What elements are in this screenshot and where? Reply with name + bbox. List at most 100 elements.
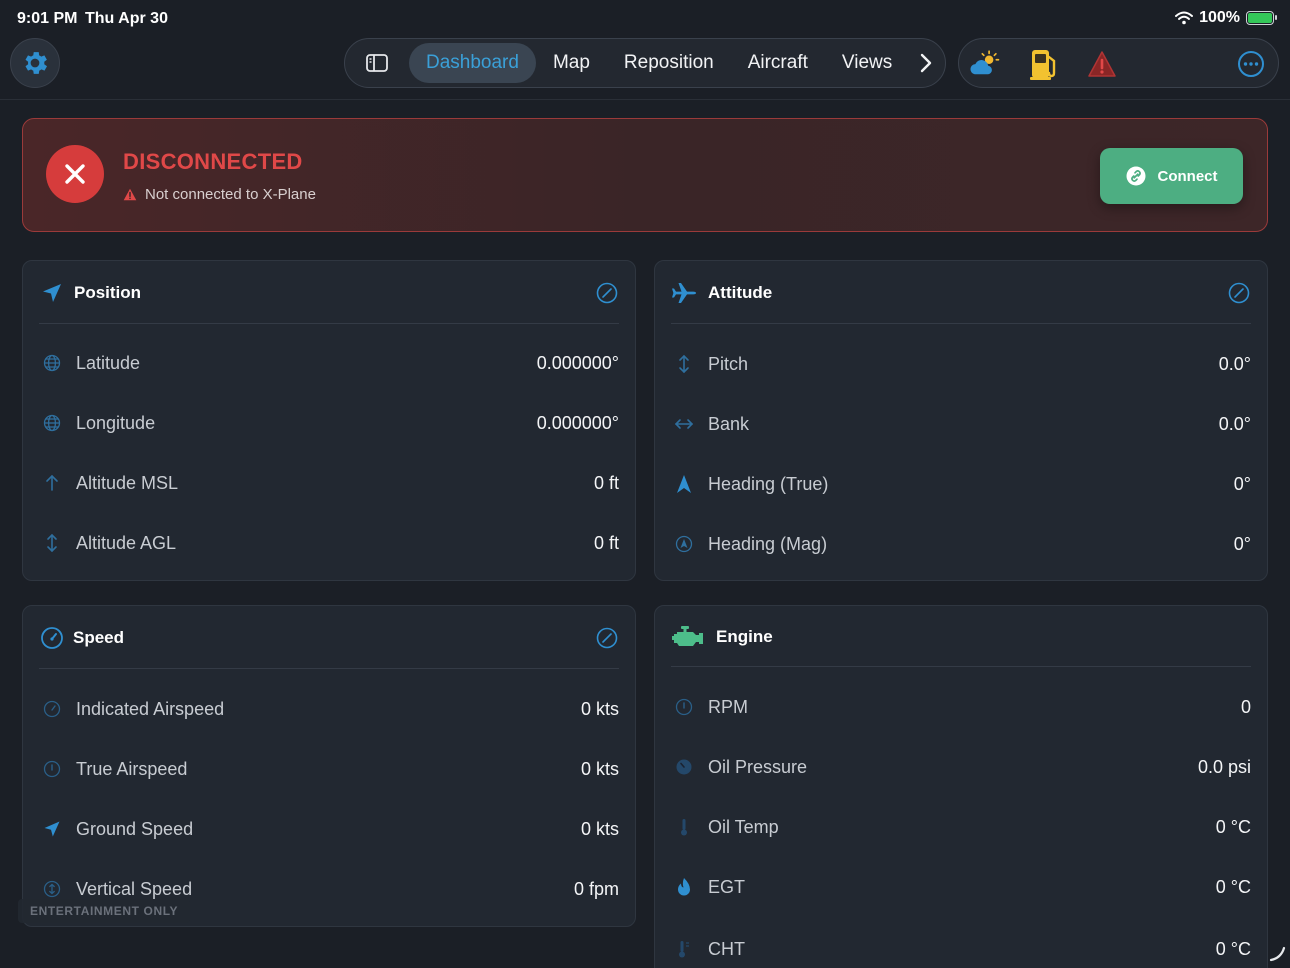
attitude-row-value: 0°: [1233, 534, 1251, 554]
engine-row-cht: CHT 0 °C: [655, 929, 1267, 968]
connection-status-text: Not connected to X-Plane: [145, 186, 316, 203]
warning-button[interactable]: [1085, 47, 1119, 81]
tab-dashboard[interactable]: Dashboard: [409, 43, 536, 83]
gauge-icon: [39, 625, 65, 651]
attitude-row-label: Bank: [708, 414, 750, 434]
connection-status-banner: DISCONNECTED Not connected to X-Plane Co…: [22, 118, 1268, 232]
tab-map[interactable]: Map: [536, 43, 607, 83]
toolbar: Dashboard Map Reposition Aircraft Views: [0, 36, 1290, 100]
position-row-value: 0 ft: [593, 533, 619, 553]
battery-icon: [1246, 11, 1277, 25]
pressure-gauge-icon: [674, 757, 694, 777]
speed-row-true-airspeed: True Airspeed 0 kts: [23, 749, 635, 789]
compass-arrow-icon: [674, 474, 694, 494]
speed-row-value: 0 fpm: [573, 879, 619, 899]
thermometer-icon: [674, 817, 694, 837]
speed-row-label: Indicated Airspeed: [76, 699, 225, 719]
speed-row-ground-speed: Ground Speed 0 kts: [23, 809, 635, 849]
engine-row-label: Oil Temp: [708, 817, 779, 837]
speed-card: Speed Indicated Airspeed 0 kts True Airs…: [22, 605, 636, 927]
arrow-up-icon: [42, 473, 62, 493]
attitude-row-heading-mag: Heading (Mag) 0°: [655, 524, 1267, 564]
position-row-label: Latitude: [76, 353, 141, 373]
connect-button[interactable]: Connect: [1100, 148, 1243, 204]
tab-views[interactable]: Views: [825, 43, 909, 83]
attitude-card-header: Attitude: [655, 261, 1267, 325]
flame-icon: [674, 877, 694, 897]
attitude-row-label: Heading (True): [708, 474, 829, 494]
speed-edit-icon[interactable]: [596, 627, 618, 649]
attitude-row-label: Pitch: [708, 354, 749, 374]
disconnected-icon: [46, 145, 104, 203]
engine-icon: [671, 624, 705, 650]
status-bar: 9:01 PM Thu Apr 30 100%: [0, 0, 1290, 36]
attitude-edit-icon[interactable]: [1228, 282, 1250, 304]
globe-icon: [42, 353, 62, 373]
position-row-altitude-msl: Altitude MSL 0 ft: [23, 463, 635, 503]
settings-button[interactable]: [10, 38, 60, 88]
chevron-right-icon: [921, 53, 932, 73]
engine-row-egt: EGT 0 °C: [655, 867, 1267, 907]
connect-button-label: Connect: [1157, 167, 1218, 185]
warning-triangle-icon: [1088, 51, 1116, 77]
position-row-altitude-agl: Altitude AGL 0 ft: [23, 523, 635, 563]
more-tabs-button[interactable]: [909, 38, 943, 88]
speed-row-label: Vertical Speed: [76, 879, 193, 899]
sidebar-toggle-button[interactable]: [345, 38, 409, 88]
speed-card-title: Speed: [73, 628, 125, 647]
engine-row-rpm: RPM 0: [655, 687, 1267, 727]
attitude-card: Attitude Pitch 0.0° Bank 0.0° Heading (T…: [654, 260, 1268, 581]
engine-row-oil-temp: Oil Temp 0 °C: [655, 807, 1267, 847]
warning-triangle-icon: [123, 188, 137, 201]
speedometer-icon: [42, 699, 62, 719]
position-card-title: Position: [74, 283, 142, 302]
arrow-left-right-icon: [674, 414, 694, 434]
tab-aircraft[interactable]: Aircraft: [731, 43, 825, 83]
tab-reposition[interactable]: Reposition: [607, 43, 731, 83]
engine-row-value: 0 °C: [1215, 877, 1251, 897]
ellipsis-circle-icon: [1238, 51, 1264, 77]
utility-bar: [958, 38, 1279, 88]
speed-row-label: True Airspeed: [76, 759, 188, 779]
nav-bar: Dashboard Map Reposition Aircraft Views: [344, 38, 946, 88]
weather-button[interactable]: [967, 47, 1001, 81]
speed-row-label: Ground Speed: [76, 819, 194, 839]
position-edit-icon[interactable]: [596, 282, 618, 304]
divider: [39, 668, 619, 669]
location-arrow-icon: [42, 819, 62, 839]
engine-row-label: RPM: [708, 697, 748, 717]
gauge-icon: [674, 697, 694, 717]
compass-circle-icon: [674, 534, 694, 554]
speed-row-value: 0 kts: [580, 699, 619, 719]
position-row-value: 0.000000°: [536, 353, 619, 373]
attitude-row-pitch: Pitch 0.0°: [655, 344, 1267, 384]
attitude-card-title: Attitude: [708, 283, 773, 302]
battery-percent: 100%: [1199, 9, 1240, 26]
status-time: 9:01 PM: [17, 10, 78, 27]
position-card-header: Position: [23, 261, 635, 325]
engine-row-label: CHT: [708, 939, 745, 959]
more-button[interactable]: [1234, 47, 1268, 81]
engine-row-value: 0 °C: [1215, 817, 1251, 837]
speed-card-header: Speed: [23, 606, 635, 670]
position-row-value: 0 ft: [593, 473, 619, 493]
position-row-value: 0.000000°: [536, 413, 619, 433]
resize-handle-icon: [1269, 946, 1286, 962]
link-icon: [1126, 166, 1145, 186]
attitude-row-bank: Bank 0.0°: [655, 404, 1267, 444]
position-row-label: Altitude MSL: [76, 473, 179, 493]
connection-status-subtitle: Not connected to X-Plane: [123, 186, 316, 203]
arrow-up-down-icon: [42, 533, 62, 553]
status-date: Thu Apr 30: [85, 10, 168, 27]
position-card: Position Latitude 0.000000° Longitude 0.…: [22, 260, 636, 581]
thermometer-icon: [674, 939, 694, 959]
gear-icon: [25, 52, 47, 74]
fuel-button[interactable]: [1027, 47, 1061, 81]
engine-row-value: 0.0 psi: [1197, 757, 1251, 777]
attitude-row-heading-true: Heading (True) 0°: [655, 464, 1267, 504]
speed-row-value: 0 kts: [580, 819, 619, 839]
wifi-icon: [1175, 11, 1194, 25]
airplane-icon: [671, 280, 697, 306]
fuel-pump-icon: [1030, 50, 1056, 80]
divider: [671, 323, 1251, 324]
